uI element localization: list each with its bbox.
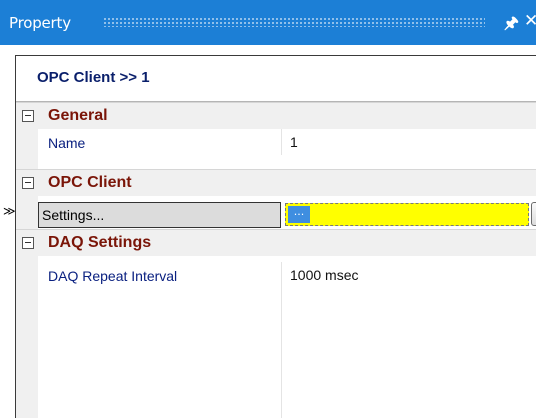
titlebar-grip xyxy=(103,17,485,27)
ellipsis-button[interactable]: ... xyxy=(531,202,536,226)
property-row-settings[interactable]: Settings... ... ... xyxy=(38,202,536,228)
collapse-icon[interactable] xyxy=(22,177,34,189)
column-divider[interactable] xyxy=(281,129,282,155)
left-margin xyxy=(16,102,38,418)
property-row-daq-repeat-interval[interactable]: DAQ Repeat Interval 1000 msec xyxy=(38,262,536,288)
close-icon[interactable]: ✕ xyxy=(524,11,536,31)
property-value[interactable]: 1000 msec xyxy=(290,267,358,283)
property-window-titlebar[interactable]: Property 🖈 ✕ xyxy=(0,0,536,45)
property-name: Settings... xyxy=(42,207,105,223)
collapse-icon[interactable] xyxy=(22,110,34,122)
category-label: General xyxy=(48,107,108,124)
selected-object-title: OPC Client >> 1 xyxy=(37,69,150,86)
property-value[interactable]: 1 xyxy=(290,134,298,150)
property-grid: OPC Client >> 1 General Name 1 OPC Clien… xyxy=(3,55,536,418)
settings-value-cell[interactable]: ... xyxy=(285,203,529,226)
pin-icon[interactable]: 🖈 xyxy=(504,12,519,39)
settings-value[interactable]: ... xyxy=(288,206,310,223)
window-title: Property xyxy=(9,14,71,32)
category-general[interactable]: General xyxy=(16,102,536,129)
property-name: Name xyxy=(48,135,86,151)
settings-name-cell[interactable]: Settings... xyxy=(38,202,281,228)
category-opc-client[interactable]: OPC Client xyxy=(16,169,536,196)
collapse-icon[interactable] xyxy=(22,237,34,249)
property-name: DAQ Repeat Interval xyxy=(48,268,178,284)
column-divider[interactable] xyxy=(281,262,282,418)
category-label: DAQ Settings xyxy=(48,234,152,251)
property-grid-header: OPC Client >> 1 xyxy=(16,56,536,102)
category-label: OPC Client xyxy=(48,174,132,191)
category-daq-settings[interactable]: DAQ Settings xyxy=(16,229,536,256)
current-row-indicator-icon: ≫ xyxy=(3,204,16,218)
property-row-name[interactable]: Name 1 xyxy=(38,129,536,155)
